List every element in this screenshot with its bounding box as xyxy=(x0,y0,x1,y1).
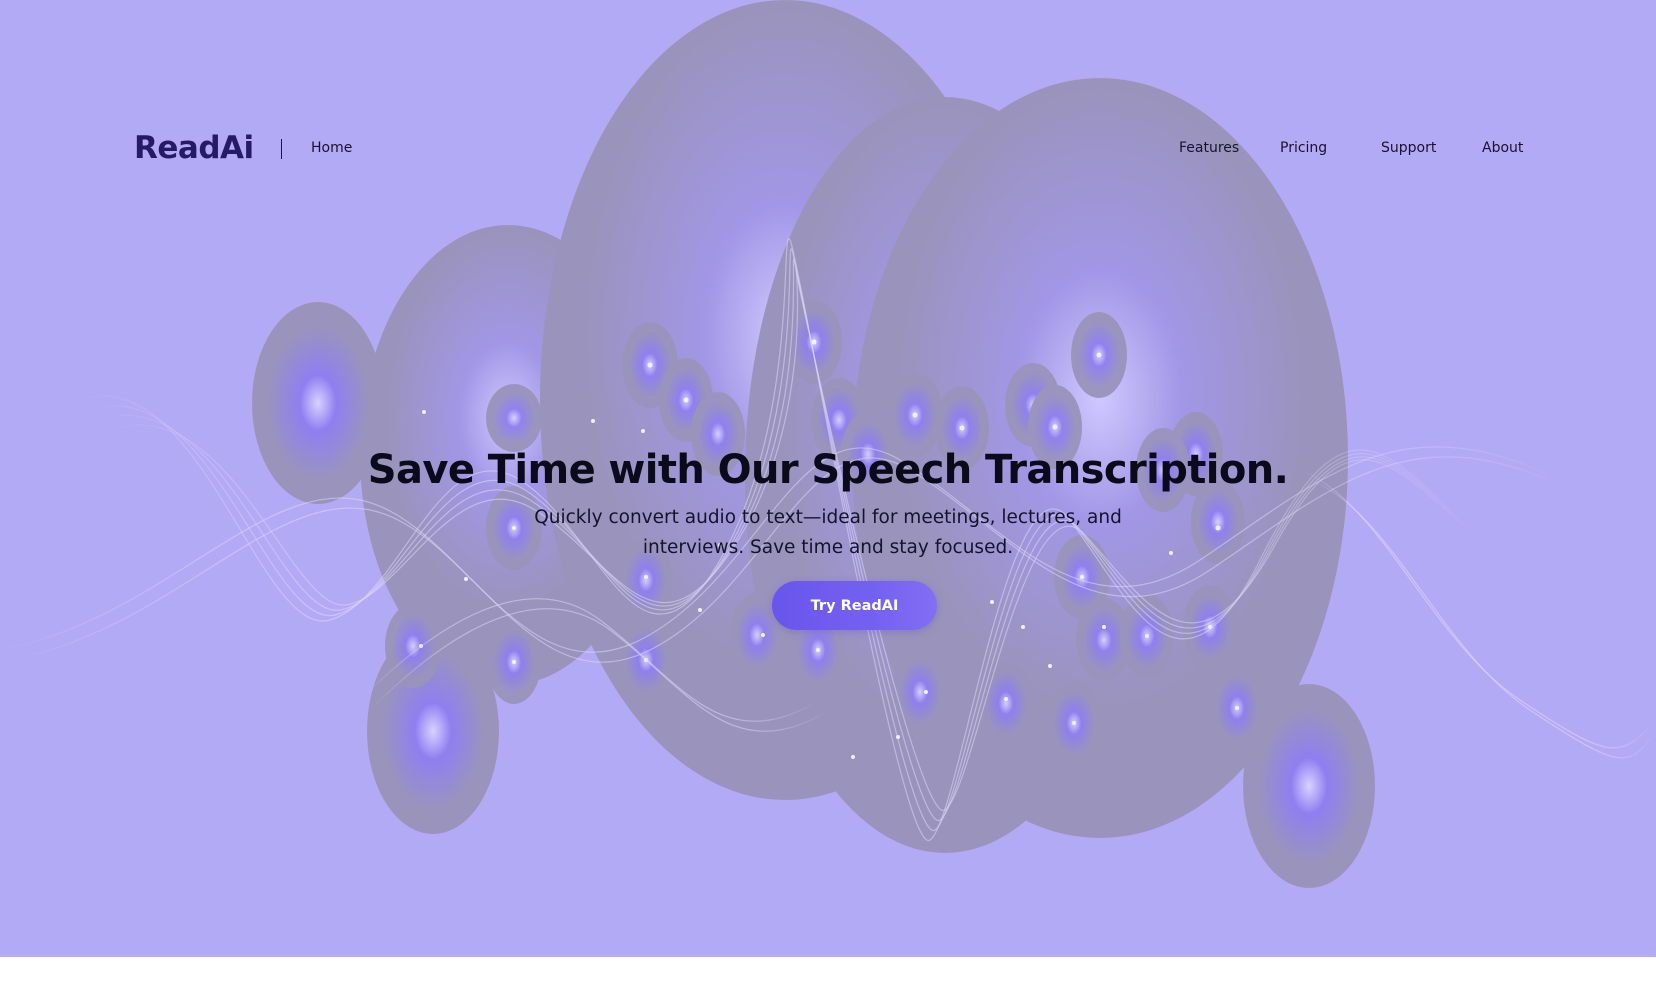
nav-link-about[interactable]: About xyxy=(1482,138,1523,158)
nav-link-features[interactable]: Features xyxy=(1179,138,1239,158)
brand-logo[interactable]: ReadAi xyxy=(134,126,254,170)
nav-link-home[interactable]: Home xyxy=(311,138,352,158)
nav-divider xyxy=(281,139,282,159)
try-readai-button[interactable]: Try ReadAI xyxy=(772,581,937,630)
nav-link-pricing[interactable]: Pricing xyxy=(1280,138,1327,158)
hero-subtitle: Quickly convert audio to text—ideal for … xyxy=(534,507,1122,558)
hero-section: ReadAi Home Features Pricing Support Abo… xyxy=(0,0,1656,957)
hero-headline: Save Time with Our Speech Transcription. xyxy=(367,447,1289,493)
page-below-hero xyxy=(0,957,1656,997)
nav-link-support[interactable]: Support xyxy=(1381,138,1436,158)
